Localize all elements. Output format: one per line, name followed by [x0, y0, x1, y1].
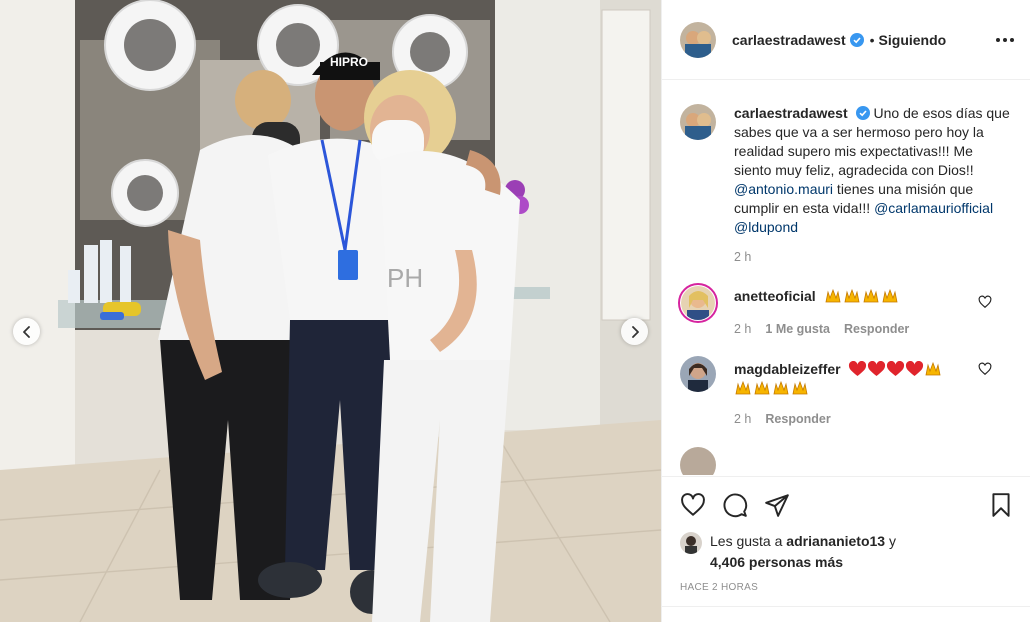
comment-item-partial: [680, 447, 1014, 475]
comment-text: [824, 288, 900, 304]
comment-likes-count[interactable]: 1 Me gusta: [765, 320, 830, 339]
heart-icon[interactable]: [680, 492, 706, 518]
reply-button[interactable]: Responder: [844, 320, 909, 339]
follow-status-button[interactable]: Siguiendo: [879, 32, 947, 48]
caption-username[interactable]: carlaestradawest: [734, 105, 848, 121]
header-separator: •: [869, 31, 875, 48]
raised-hands-emoji-icon: [882, 288, 898, 303]
next-photo-button[interactable]: [621, 318, 648, 345]
shirt-print: PH: [387, 263, 423, 293]
mention-link[interactable]: @carlamauriofficial: [874, 200, 993, 216]
comment-time[interactable]: 2 h: [734, 320, 751, 339]
comment-like-heart-icon[interactable]: [978, 362, 992, 376]
liker-avatar[interactable]: [680, 532, 702, 554]
comment-avatar[interactable]: [680, 356, 716, 392]
likes-others[interactable]: 4,406 personas más: [710, 554, 843, 570]
add-comment-area[interactable]: [662, 606, 1030, 622]
likes-prefix: Les gusta a: [710, 533, 787, 549]
red-heart-emoji-icon: [849, 361, 867, 376]
chevron-right-icon: [631, 325, 639, 338]
cap-print: HIPRO: [330, 55, 368, 69]
comment-item: anetteoficial 2 h 1 Me gusta Responder: [678, 283, 1014, 339]
comment-username[interactable]: anetteoficial: [734, 288, 816, 304]
reply-button[interactable]: Responder: [765, 410, 830, 429]
post-timestamp[interactable]: Hace 2 horas: [680, 582, 1014, 593]
caption: carlaestradawest Uno de esos días que sa…: [680, 104, 1014, 267]
comment-username[interactable]: magdableizeffer: [734, 361, 841, 377]
raised-hands-emoji-icon: [925, 361, 941, 376]
raised-hands-emoji-icon: [773, 380, 789, 395]
prev-photo-button[interactable]: [13, 318, 40, 345]
mention-link[interactable]: @ldupond: [734, 219, 798, 235]
post-image: HIPRO PH: [0, 0, 661, 622]
red-heart-emoji-icon: [906, 361, 924, 376]
comment-avatar[interactable]: [678, 283, 718, 323]
liker-username[interactable]: adriananieto13: [786, 533, 885, 549]
comment-icon[interactable]: [722, 492, 748, 518]
raised-hands-emoji-icon: [735, 380, 751, 395]
post-side-panel: carlaestradawest • Siguiendo carlaestrad…: [661, 0, 1030, 622]
bookmark-icon[interactable]: [988, 492, 1014, 518]
red-heart-emoji-icon: [868, 361, 886, 376]
author-username[interactable]: carlaestradawest: [732, 32, 846, 48]
caption-time[interactable]: 2 h: [734, 248, 751, 267]
raised-hands-emoji-icon: [863, 288, 879, 303]
comment-like-heart-icon[interactable]: [978, 295, 992, 309]
comments-list: carlaestradawest Uno de esos días que sa…: [662, 80, 1030, 475]
post-header: carlaestradawest • Siguiendo: [662, 0, 1030, 80]
raised-hands-emoji-icon: [825, 288, 841, 303]
comment-item: magdableizeffer 2 h Responder: [680, 356, 1014, 429]
chevron-left-icon: [22, 325, 30, 338]
raised-hands-emoji-icon: [754, 380, 770, 395]
red-heart-emoji-icon: [887, 361, 905, 376]
mention-link[interactable]: @antonio.mauri: [734, 181, 833, 197]
likes-summary[interactable]: Les gusta a adriananieto13 y 4,406 perso…: [680, 531, 1014, 573]
raised-hands-emoji-icon: [792, 380, 808, 395]
paper-plane-icon[interactable]: [764, 492, 790, 518]
post-photo[interactable]: HIPRO PH: [0, 0, 661, 622]
author-avatar[interactable]: [680, 21, 716, 58]
comment-avatar[interactable]: [680, 447, 716, 475]
raised-hands-emoji-icon: [844, 288, 860, 303]
verified-badge-icon: [849, 32, 864, 47]
post-actions: Les gusta a adriananieto13 y 4,406 perso…: [662, 476, 1030, 593]
more-options-button[interactable]: [996, 32, 1014, 48]
verified-badge-icon: [855, 106, 870, 120]
caption-avatar[interactable]: [680, 104, 716, 140]
ellipsis-icon: [996, 37, 1000, 42]
likes-connector: y: [885, 533, 896, 549]
comment-time[interactable]: 2 h: [734, 410, 751, 429]
